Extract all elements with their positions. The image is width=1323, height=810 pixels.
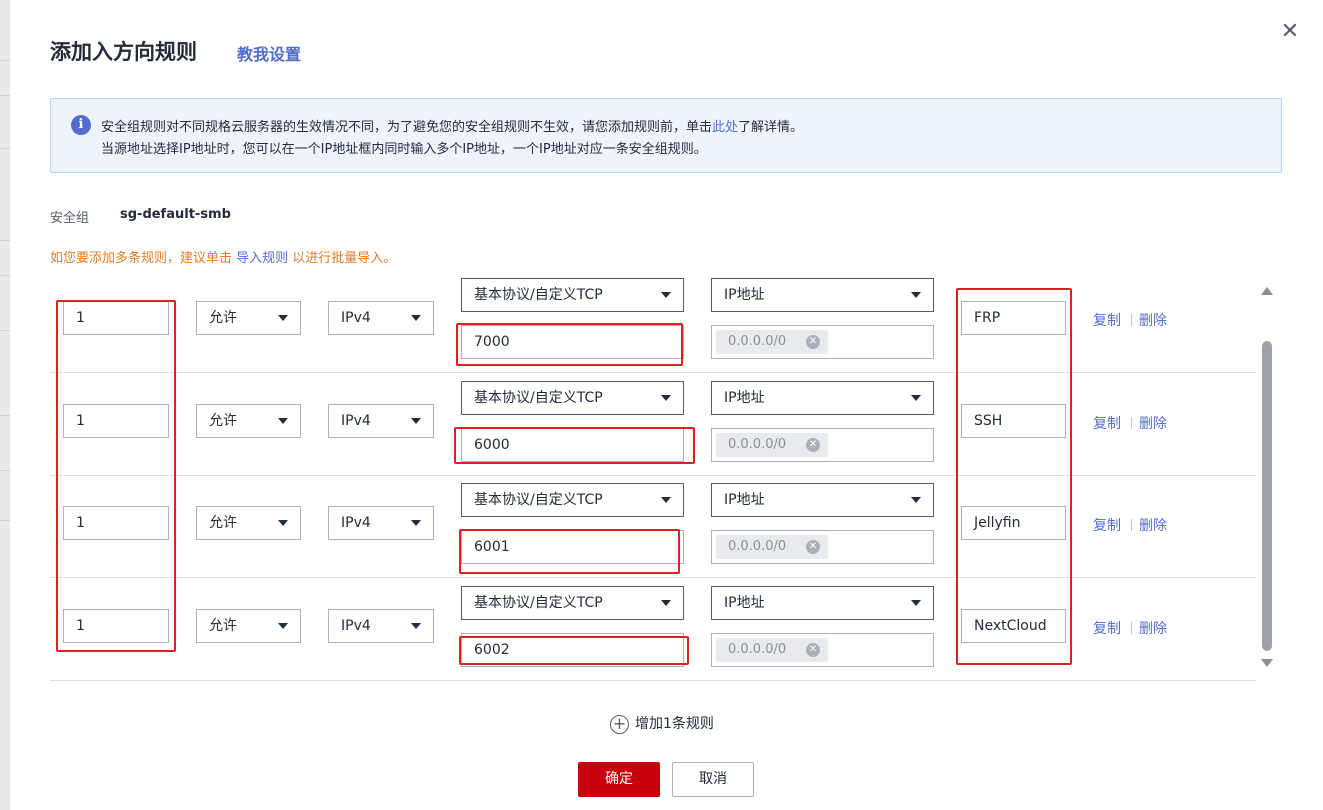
- remove-tag-icon[interactable]: ✕: [806, 438, 820, 452]
- type-select[interactable]: IPv4: [328, 301, 434, 335]
- priority-input[interactable]: 1: [63, 301, 169, 335]
- scroll-thumb[interactable]: [1262, 341, 1272, 651]
- description-input[interactable]: NextCloud: [961, 609, 1066, 643]
- policy-select[interactable]: 允许: [196, 609, 301, 643]
- description-input[interactable]: Jellyfin: [961, 506, 1066, 540]
- policy-select[interactable]: 允许: [196, 404, 301, 438]
- source-ip-input[interactable]: 0.0.0.0/0 ✕: [711, 633, 934, 667]
- scroll-up-icon[interactable]: [1261, 287, 1273, 295]
- security-group-value: sg-default-smb: [120, 207, 231, 222]
- import-hint: 如您要添加多条规则，建议单击 导入规则 以进行批量导入。: [50, 251, 397, 266]
- copy-link[interactable]: 复制: [1093, 310, 1121, 330]
- port-input[interactable]: 6001: [461, 530, 684, 564]
- background-page-strip: [0, 0, 10, 810]
- rule-row: 1 允许 IPv4 基本协议/自定义TCP 6002 IP地址 0.0.0.0/0 ✕ Next…: [50, 578, 1256, 681]
- priority-input[interactable]: 1: [63, 609, 169, 643]
- guide-link[interactable]: 教我设置: [237, 41, 301, 65]
- source-type-select[interactable]: IP地址: [711, 586, 934, 620]
- add-inbound-rule-dialog: 添加入方向规则 教我设置 ✕ i 安全组规则对不同规格云服务器的生效情况不同，为…: [10, 0, 1323, 810]
- rule-list: 1 允许 IPv4 基本协议/自定义TCP 7000 IP地址 0.0.0.0/0 ✕ FRP 复…: [50, 270, 1256, 681]
- add-rule-button[interactable]: + 增加1条规则: [610, 713, 714, 734]
- confirm-button[interactable]: 确定: [578, 762, 660, 797]
- ip-tag: 0.0.0.0/0 ✕: [716, 535, 828, 559]
- protocol-select[interactable]: 基本协议/自定义TCP: [461, 586, 684, 620]
- scroll-down-icon[interactable]: [1261, 659, 1273, 667]
- source-type-select[interactable]: IP地址: [711, 483, 934, 517]
- port-input[interactable]: 6000: [461, 428, 684, 462]
- info-icon: i: [71, 115, 91, 135]
- remove-tag-icon[interactable]: ✕: [806, 540, 820, 554]
- notice-banner: i 安全组规则对不同规格云服务器的生效情况不同，为了避免您的安全组规则不生效，请…: [50, 98, 1282, 173]
- delete-link[interactable]: 删除: [1139, 618, 1167, 638]
- priority-input[interactable]: 1: [63, 506, 169, 540]
- protocol-select[interactable]: 基本协议/自定义TCP: [461, 278, 684, 312]
- source-ip-input[interactable]: 0.0.0.0/0 ✕: [711, 325, 934, 359]
- divider: [1131, 314, 1132, 326]
- description-input[interactable]: FRP: [961, 301, 1066, 335]
- copy-link[interactable]: 复制: [1093, 515, 1121, 535]
- type-select[interactable]: IPv4: [328, 506, 434, 540]
- policy-select[interactable]: 允许: [196, 506, 301, 540]
- priority-input[interactable]: 1: [63, 404, 169, 438]
- delete-link[interactable]: 删除: [1139, 413, 1167, 433]
- port-input[interactable]: 7000: [461, 325, 684, 359]
- source-ip-input[interactable]: 0.0.0.0/0 ✕: [711, 428, 934, 462]
- delete-link[interactable]: 删除: [1139, 515, 1167, 535]
- details-link[interactable]: 此处: [712, 120, 738, 135]
- protocol-select[interactable]: 基本协议/自定义TCP: [461, 483, 684, 517]
- type-select[interactable]: IPv4: [328, 609, 434, 643]
- copy-link[interactable]: 复制: [1093, 618, 1121, 638]
- plus-circle-icon: +: [610, 714, 629, 734]
- ip-tag: 0.0.0.0/0 ✕: [716, 638, 828, 662]
- rule-row: 1 允许 IPv4 基本协议/自定义TCP 6001 IP地址 0.0.0.0/0 ✕ Jell…: [50, 475, 1256, 578]
- divider: [1131, 622, 1132, 634]
- type-select[interactable]: IPv4: [328, 404, 434, 438]
- rule-list-scrollbar[interactable]: [1260, 283, 1274, 673]
- ip-tag: 0.0.0.0/0 ✕: [716, 433, 828, 457]
- description-input[interactable]: SSH: [961, 404, 1066, 438]
- remove-tag-icon[interactable]: ✕: [806, 335, 820, 349]
- rule-row: 1 允许 IPv4 基本协议/自定义TCP 6000 IP地址 0.0.0.0/0 ✕ SSH 复…: [50, 373, 1256, 476]
- notice-line-2: 当源地址选择IP地址时，您可以在一个IP地址框内同时输入多个IP地址，一个IP地…: [101, 142, 707, 157]
- import-rules-link[interactable]: 导入规则: [236, 251, 288, 266]
- cancel-button[interactable]: 取消: [672, 762, 754, 797]
- source-type-select[interactable]: IP地址: [711, 278, 934, 312]
- source-ip-input[interactable]: 0.0.0.0/0 ✕: [711, 530, 934, 564]
- copy-link[interactable]: 复制: [1093, 413, 1121, 433]
- close-icon[interactable]: ✕: [1278, 20, 1302, 44]
- dialog-title: 添加入方向规则: [50, 40, 197, 64]
- notice-line-1: 安全组规则对不同规格云服务器的生效情况不同，为了避免您的安全组规则不生效，请您添…: [101, 120, 804, 135]
- policy-select[interactable]: 允许: [196, 301, 301, 335]
- protocol-select[interactable]: 基本协议/自定义TCP: [461, 381, 684, 415]
- rule-row: 1 允许 IPv4 基本协议/自定义TCP 7000 IP地址 0.0.0.0/0 ✕ FRP 复…: [50, 270, 1256, 373]
- security-group-label: 安全组: [50, 211, 90, 226]
- remove-tag-icon[interactable]: ✕: [806, 643, 820, 657]
- delete-link[interactable]: 删除: [1139, 310, 1167, 330]
- source-type-select[interactable]: IP地址: [711, 381, 934, 415]
- port-input[interactable]: 6002: [461, 633, 684, 667]
- ip-tag: 0.0.0.0/0 ✕: [716, 330, 828, 354]
- divider: [1131, 519, 1132, 531]
- divider: [1131, 417, 1132, 429]
